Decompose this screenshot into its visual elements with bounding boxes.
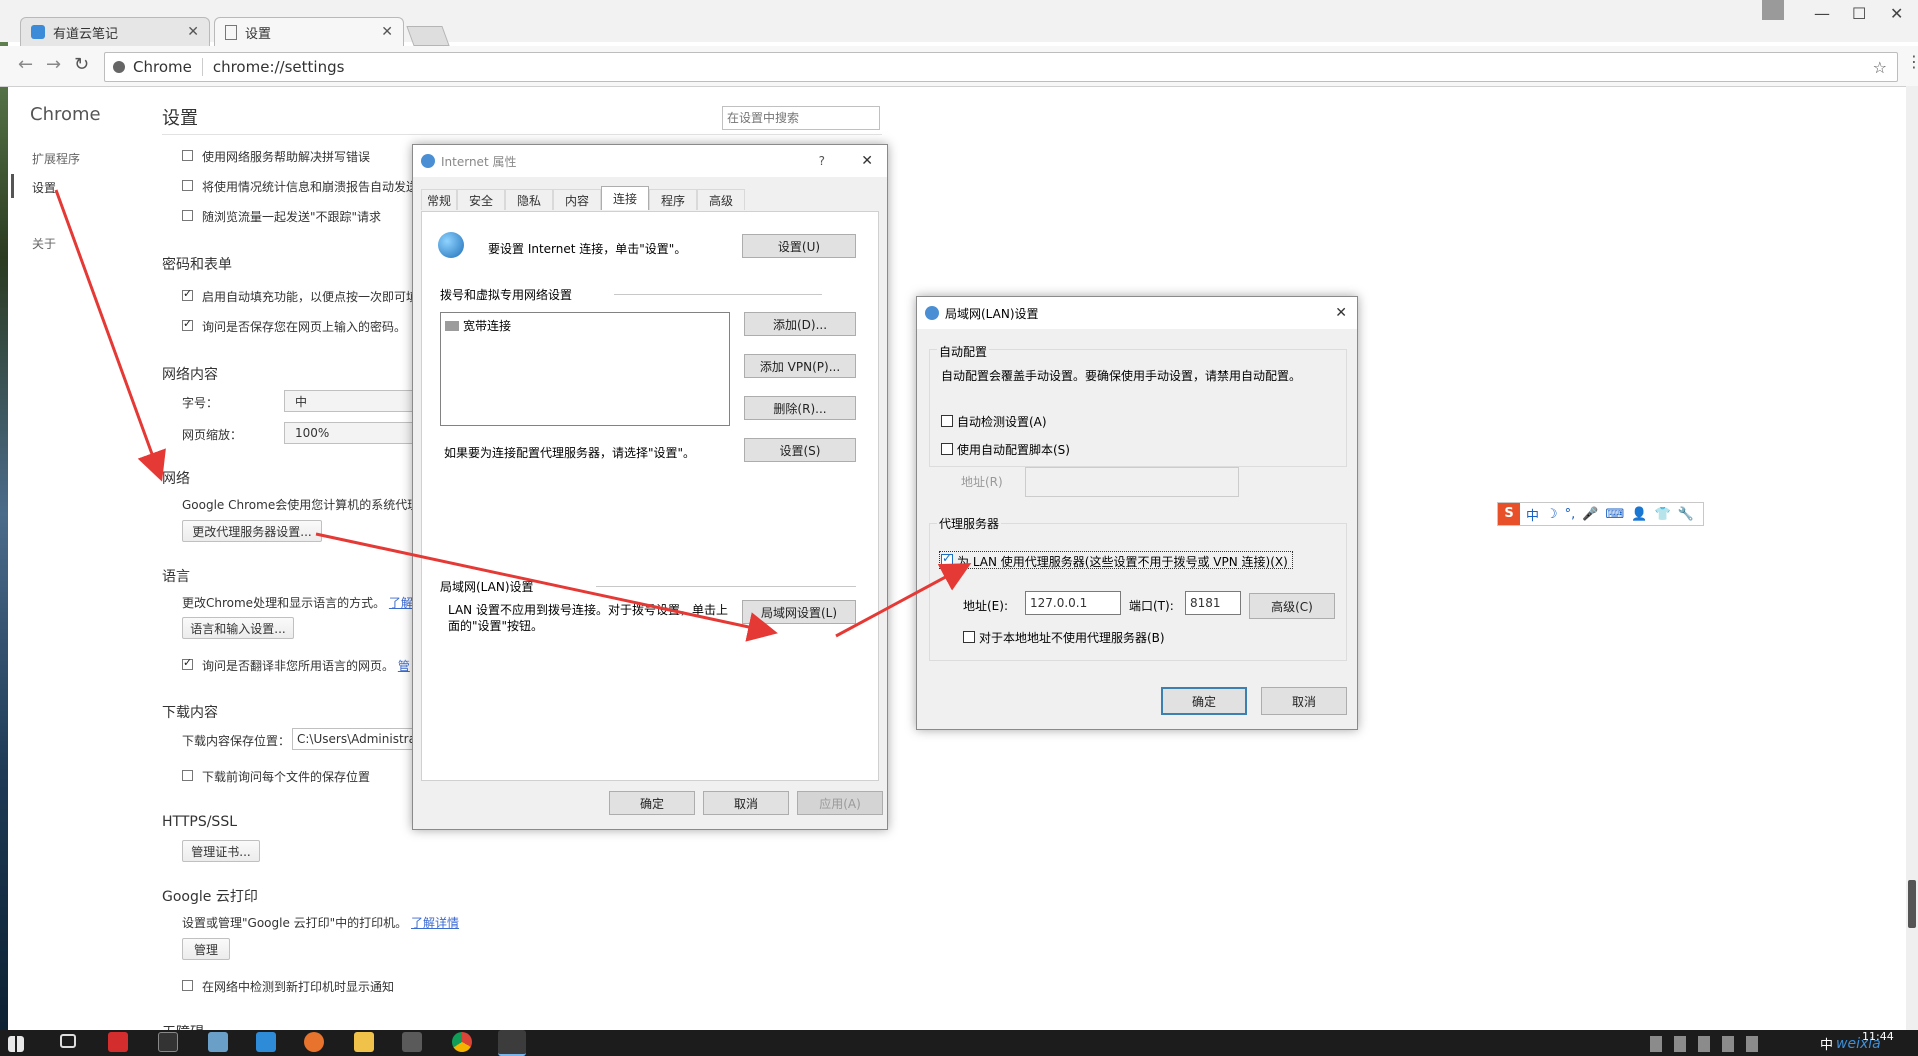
sublime-taskbar-icon[interactable] <box>402 1032 422 1052</box>
task-view-icon[interactable] <box>60 1034 76 1048</box>
file-explorer-taskbar-icon[interactable] <box>354 1032 374 1052</box>
annotation-arrows <box>54 189 972 642</box>
internet-options-taskbar-icon[interactable] <box>498 1030 526 1056</box>
start-icon[interactable] <box>8 1036 24 1052</box>
terminal-taskbar-icon[interactable] <box>158 1032 178 1052</box>
windows-taskbar <box>0 1030 1918 1056</box>
youdao-taskbar-icon[interactable] <box>108 1032 128 1052</box>
ime-indicator[interactable]: 中 <box>1820 1034 1833 1053</box>
half-width-icon[interactable]: ☽ <box>1546 507 1558 522</box>
clock[interactable]: 11:44 <box>1862 1030 1894 1043</box>
user-icon[interactable]: 👤 <box>1631 507 1647 522</box>
tools-icon[interactable]: 🔧 <box>1678 507 1694 522</box>
keyboard-icon[interactable]: ⌨ <box>1606 507 1625 522</box>
punctuation-icon[interactable]: °, <box>1565 507 1576 522</box>
chinese-mode-icon[interactable]: 中 <box>1526 505 1539 524</box>
arrow-settings-to-network <box>54 189 166 482</box>
firefox-taskbar-icon[interactable] <box>304 1032 324 1052</box>
stocks-taskbar-icon[interactable] <box>256 1032 276 1052</box>
ime-toolbar[interactable]: S 中 ☽ °, 🎤 ⌨ 👤 👕 🔧 <box>1497 502 1704 526</box>
voice-input-icon[interactable]: 🎤 <box>1582 507 1598 522</box>
system-tray-icons[interactable] <box>1650 1036 1760 1052</box>
arrow-lan-button-to-use-proxy <box>835 563 972 638</box>
notepad-taskbar-icon[interactable] <box>208 1032 228 1052</box>
arrow-proxy-to-lan-button <box>315 532 778 642</box>
skin-icon[interactable]: 👕 <box>1654 507 1670 522</box>
chrome-taskbar-icon[interactable] <box>452 1032 472 1052</box>
sogou-logo-icon[interactable]: S <box>1498 503 1520 525</box>
